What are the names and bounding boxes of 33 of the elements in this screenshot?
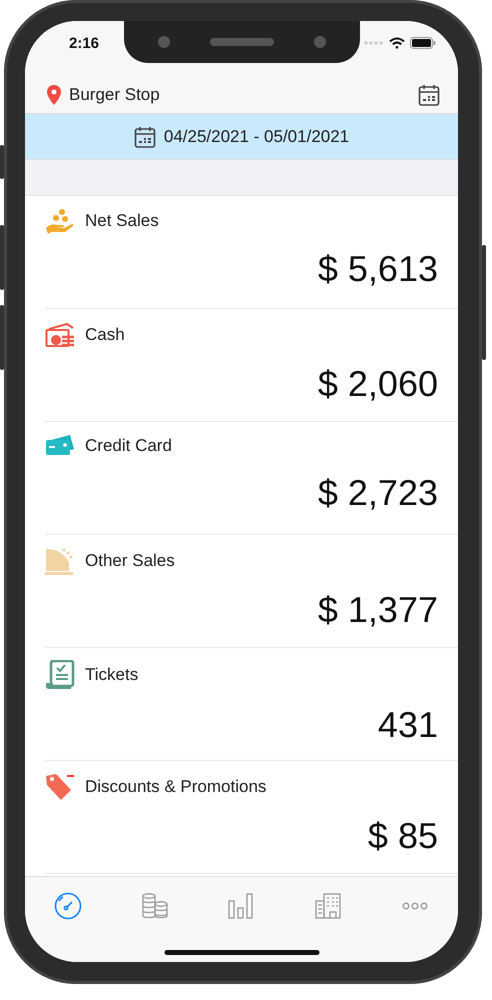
hand-coins-icon [45, 208, 75, 234]
more-icon [402, 902, 428, 910]
plate-icon [45, 547, 75, 575]
credit-card-icon [45, 434, 75, 458]
metric-label: Credit Card [85, 436, 172, 456]
coins-icon [140, 893, 169, 919]
battery-icon [410, 37, 436, 49]
metric-label: Discounts & Promotions [85, 777, 266, 797]
metric-label: Tickets [85, 665, 138, 685]
location-pin-icon [47, 85, 61, 105]
calendar-icon[interactable] [418, 83, 440, 107]
metric-value: $ 5,613 [318, 248, 438, 290]
gauge-icon [54, 892, 82, 920]
metric-value: $ 1,377 [318, 589, 438, 631]
metric-label: Other Sales [85, 551, 175, 571]
metric-label: Net Sales [85, 211, 159, 231]
price-tag-icon [45, 773, 75, 801]
cash-icon [45, 321, 75, 349]
receipt-icon [45, 660, 75, 690]
date-range: 04/25/2021 - 05/01/2021 [164, 126, 350, 146]
metric-value: $ 2,723 [318, 472, 438, 514]
metric-label: Cash [85, 325, 125, 345]
signal-icon [364, 41, 384, 45]
metric-value: 431 [378, 704, 438, 746]
status-time: 2:16 [69, 35, 100, 52]
wifi-icon [389, 37, 405, 49]
date-range-bar[interactable]: 04/25/2021 - 05/01/2021 [25, 114, 458, 160]
bar-chart-icon [228, 893, 254, 919]
metric-value: $ 2,060 [318, 363, 438, 405]
metric-value: $ 85 [368, 815, 438, 857]
building-icon [315, 893, 342, 919]
location-name: Burger Stop [69, 85, 160, 105]
calendar-icon [134, 124, 156, 148]
